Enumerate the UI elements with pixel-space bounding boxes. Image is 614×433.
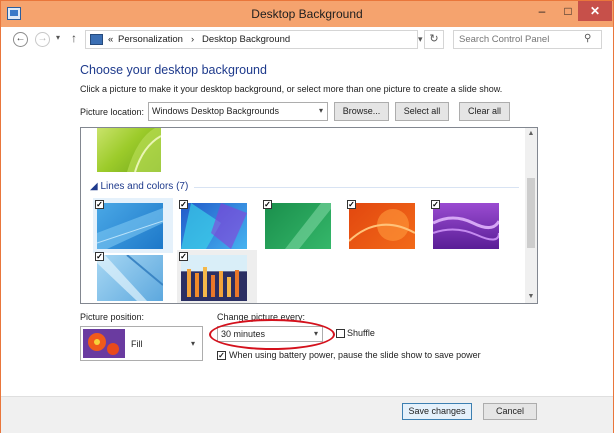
group-header-lines-and-colors[interactable]: ◢ Lines and colors (7): [90, 181, 188, 192]
browse-button[interactable]: Browse...: [334, 102, 389, 121]
battery-pause-checkbox[interactable]: ✓: [217, 351, 226, 360]
arrow-up-icon: ↑: [71, 31, 77, 45]
scroll-down-arrow-icon[interactable]: ▼: [525, 291, 537, 303]
refresh-button[interactable]: ↻: [424, 30, 444, 49]
search-box[interactable]: ⚲: [453, 30, 602, 49]
picture-location-label: Picture location:: [80, 107, 145, 117]
flower-preview-art: [83, 329, 125, 358]
footer-bar: Save changes Cancel: [1, 396, 613, 433]
select-all-button[interactable]: Select all: [395, 102, 449, 121]
minimize-button[interactable]: –: [529, 1, 555, 21]
control-panel-icon: [90, 34, 103, 45]
breadcrumb-overflow[interactable]: «: [108, 34, 113, 45]
wallpaper-checkbox[interactable]: ✓: [263, 200, 272, 209]
wallpaper-art: [181, 203, 247, 249]
gallery-scrollbar[interactable]: ▲ ▼: [525, 128, 537, 303]
desktop-background-window: Desktop Background – □ ✕ ← → ▾ ↑ « Perso…: [0, 0, 614, 433]
wallpaper-thumbnail[interactable]: [348, 203, 416, 249]
save-changes-button[interactable]: Save changes: [402, 403, 472, 420]
wallpaper-gallery[interactable]: ◢ Lines and colors (7) ✓ ✓ ✓ ✓ ✓ ✓ ✓ ▲ ▼: [80, 127, 538, 304]
address-bar-row: ← → ▾ ↑ « Personalization › Desktop Back…: [1, 27, 613, 51]
picture-position-select[interactable]: Fill ▾: [80, 326, 203, 361]
battery-pause-label: When using battery power, pause the slid…: [229, 350, 481, 360]
picture-position-preview: [83, 329, 125, 358]
scroll-up-arrow-icon[interactable]: ▲: [525, 128, 537, 140]
wallpaper-checkbox[interactable]: ✓: [179, 200, 188, 209]
search-input[interactable]: [459, 33, 579, 46]
chevron-down-icon: ▾: [191, 339, 196, 348]
wallpaper-thumbnail[interactable]: [97, 128, 162, 173]
shuffle-checkbox[interactable]: [336, 329, 345, 338]
main-content: Choose your desktop background Click a p…: [1, 51, 613, 396]
scrollbar-thumb[interactable]: [527, 178, 535, 248]
wallpaper-art: [97, 254, 164, 301]
wallpaper-checkbox[interactable]: ✓: [95, 252, 104, 261]
group-divider: [194, 187, 519, 188]
wallpaper-art: [127, 128, 162, 173]
wallpaper-art: [96, 208, 164, 249]
address-bar[interactable]: « Personalization › Desktop Background ▾: [85, 30, 423, 49]
picture-location-select[interactable]: Windows Desktop Backgrounds ▾: [148, 102, 328, 121]
chevron-down-icon[interactable]: ▾: [418, 34, 423, 45]
wallpaper-thumbnail[interactable]: [181, 203, 247, 249]
title-bar: Desktop Background – □ ✕: [1, 1, 613, 27]
collapse-arrow-icon: ◢: [90, 181, 98, 192]
clear-all-button[interactable]: Clear all: [459, 102, 510, 121]
breadcrumb-separator: ›: [191, 34, 195, 45]
window-title: Desktop Background: [251, 7, 363, 21]
up-button[interactable]: ↑: [71, 31, 77, 45]
back-button[interactable]: ←: [13, 32, 28, 47]
shuffle-label: Shuffle: [347, 328, 375, 338]
cancel-button[interactable]: Cancel: [483, 403, 537, 420]
wallpaper-thumbnail[interactable]: [181, 255, 247, 301]
breadcrumb-personalization[interactable]: Personalization: [118, 34, 183, 45]
page-instructions: Click a picture to make it your desktop …: [80, 84, 503, 94]
wallpaper-thumbnail[interactable]: [265, 203, 331, 249]
wallpaper-checkbox[interactable]: ✓: [179, 252, 188, 261]
wallpaper-thumbnail[interactable]: [97, 254, 164, 301]
wallpaper-art: [285, 203, 331, 249]
close-button[interactable]: ✕: [578, 1, 612, 21]
wallpaper-art: [187, 267, 239, 297]
recent-locations-button[interactable]: ▾: [56, 33, 60, 42]
picture-position-value: Fill: [131, 339, 143, 349]
chevron-down-icon: ▾: [56, 33, 61, 42]
chevron-down-icon: ▾: [318, 106, 323, 115]
refresh-icon: ↻: [429, 33, 439, 45]
picture-location-value: Windows Desktop Backgrounds: [152, 106, 280, 116]
arrow-right-icon: →: [37, 33, 48, 44]
breadcrumb-desktop-background[interactable]: Desktop Background: [202, 34, 290, 45]
wallpaper-art: [348, 209, 416, 242]
wallpaper-checkbox[interactable]: ✓: [431, 200, 440, 209]
picture-position-label: Picture position:: [80, 312, 145, 322]
search-icon: ⚲: [584, 33, 592, 44]
wallpaper-checkbox[interactable]: ✓: [347, 200, 356, 209]
forward-button[interactable]: →: [35, 32, 50, 47]
arrow-left-icon: ←: [15, 33, 26, 44]
wallpaper-art: [432, 216, 501, 241]
red-highlight-annotation: [209, 319, 335, 350]
wallpaper-checkbox[interactable]: ✓: [95, 200, 104, 209]
wallpaper-thumbnail[interactable]: [96, 203, 164, 249]
group-title: Lines and colors (7): [100, 181, 189, 192]
page-title: Choose your desktop background: [80, 63, 267, 77]
wallpaper-thumbnail[interactable]: [432, 203, 501, 249]
